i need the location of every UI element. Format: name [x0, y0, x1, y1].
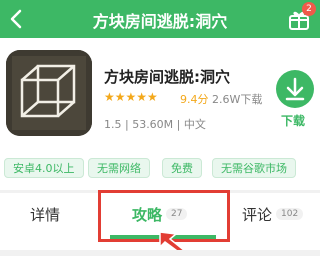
page-title: 方块房间逃脱:洞穴	[92, 12, 228, 31]
tab-guides[interactable]: 攻略	[132, 204, 162, 225]
tab-details[interactable]: 详情	[30, 204, 60, 225]
tab-guides-count: 27	[166, 208, 188, 220]
rating-stars: ★★★★★	[104, 90, 158, 104]
download-icon	[285, 77, 305, 101]
tag-no-network: 无需网络	[88, 158, 150, 178]
tab-comments-count: 102	[276, 208, 304, 220]
gift-button[interactable]: 2	[284, 2, 316, 34]
app-icon	[6, 50, 92, 136]
tag-free: 免费	[162, 158, 202, 178]
download-count: 2.6W下载	[212, 93, 263, 106]
download-label[interactable]: 下载	[281, 112, 305, 129]
top-bar: 方块房间逃脱:洞穴 2	[0, 0, 320, 38]
tab-comments[interactable]: 评论	[242, 204, 272, 225]
app-meta: 1.5 | 53.60M | 中文	[104, 118, 206, 131]
section-divider	[0, 190, 320, 193]
download-button[interactable]	[276, 70, 314, 108]
cube-logo-icon	[6, 50, 92, 136]
app-name: 方块房间逃脱:洞穴	[104, 68, 230, 86]
tag-android-version: 安卓4.0以上	[4, 158, 84, 178]
tag-no-google-play: 无需谷歌市场	[212, 158, 296, 178]
bottom-divider	[0, 250, 320, 256]
notification-badge: 2	[302, 2, 316, 16]
rating-score: 9.4分	[180, 93, 209, 106]
app-detail-screen: 方块房间逃脱:洞穴 2 方块房间逃脱:洞穴 ★★★★★ 9.4分 2.6W下载 …	[0, 0, 320, 256]
